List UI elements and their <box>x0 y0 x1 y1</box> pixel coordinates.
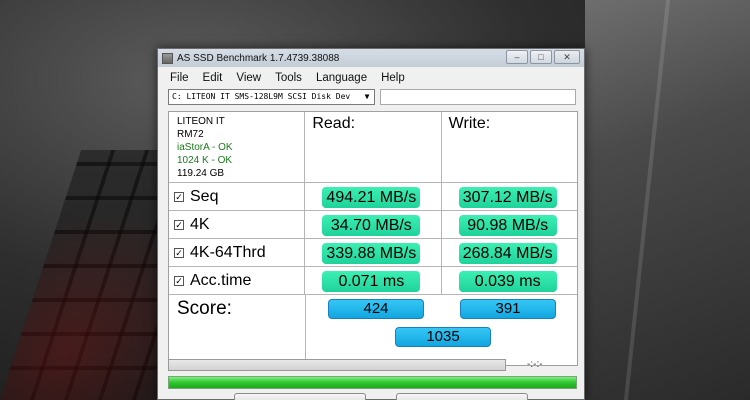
start-button[interactable] <box>234 393 366 400</box>
alignment-status: 1024 K - OK <box>177 155 233 166</box>
test-name: 4K <box>190 216 210 233</box>
write-cell: 307.12 MB/s <box>442 183 577 210</box>
toolbar: C: LITEON IT SMS-128L9M SCSI Disk Dev ▼ <box>168 89 578 107</box>
read-cell: 339.88 MB/s <box>305 239 442 266</box>
menu-tools[interactable]: Tools <box>275 72 302 84</box>
write-cell: 0.039 ms <box>442 267 577 294</box>
read-header: Read: <box>305 112 442 182</box>
write-header: Write: <box>448 115 491 132</box>
write-value: 0.039 ms <box>458 271 557 292</box>
score-row: Score: 424 391 1035 <box>169 295 577 365</box>
driver-status: iaStorA - OK <box>177 142 233 153</box>
test-label-4k[interactable]: ✓ 4K <box>169 211 306 239</box>
checkbox-checked-icon[interactable]: ✓ <box>174 192 184 202</box>
test-label-seq[interactable]: ✓ Seq <box>169 183 306 211</box>
results-grid: LITEON IT RM72 iaStorA - OK 1024 K - OK … <box>168 111 578 366</box>
score-area: 424 391 1035 <box>306 295 578 365</box>
test-progress-bar <box>168 359 506 371</box>
menu-bar: File Edit View Tools Language Help <box>158 67 584 88</box>
score-read: 424 <box>328 299 424 319</box>
app-icon <box>162 52 173 64</box>
minimize-icon[interactable]: – <box>506 50 528 64</box>
overall-progress-fill <box>169 377 576 388</box>
menu-help[interactable]: Help <box>381 72 405 84</box>
maximize-icon[interactable]: □ <box>530 50 552 64</box>
disk-vendor: LITEON IT <box>177 116 225 127</box>
close-icon[interactable]: ✕ <box>554 50 580 64</box>
read-cell: 494.21 MB/s <box>305 183 442 210</box>
read-value: 339.88 MB/s <box>322 243 421 264</box>
disk-model: RM72 <box>177 129 204 140</box>
drive-select-value: C: LITEON IT SMS-128L9M SCSI Disk Dev <box>172 92 351 101</box>
checkbox-checked-icon[interactable]: ✓ <box>174 248 184 258</box>
read-value: 0.071 ms <box>322 271 421 292</box>
drive-select[interactable]: C: LITEON IT SMS-128L9M SCSI Disk Dev ▼ <box>168 89 375 105</box>
elapsed-time: -:-:- <box>527 359 543 370</box>
read-cell: 0.071 ms <box>305 267 442 294</box>
read-value: 494.21 MB/s <box>322 187 421 208</box>
caption-buttons: – □ ✕ <box>506 50 580 64</box>
write-cell: 268.84 MB/s <box>442 239 577 266</box>
header-row: LITEON IT RM72 iaStorA - OK 1024 K - OK … <box>169 112 577 183</box>
write-value: 90.98 MB/s <box>458 215 557 236</box>
overall-progress-bar <box>168 376 577 389</box>
test-label-4k-64thrd[interactable]: ✓ 4K-64Thrd <box>169 239 306 267</box>
test-label-acc-time[interactable]: ✓ Acc.time <box>169 267 306 295</box>
test-name: Seq <box>190 188 219 205</box>
menu-edit[interactable]: Edit <box>203 72 223 84</box>
chevron-down-icon[interactable]: ▼ <box>362 92 372 102</box>
menu-view[interactable]: View <box>236 72 261 84</box>
read-value: 34.70 MB/s <box>322 215 421 236</box>
test-row-acc-time: ✓ Acc.time 0.071 ms 0.039 ms <box>169 267 577 295</box>
score-write: 391 <box>460 299 556 319</box>
background-laptop-lid <box>585 0 750 400</box>
score-label: Score: <box>169 295 306 365</box>
benchmark-window: AS SSD Benchmark 1.7.4739.38088 – □ ✕ Fi… <box>157 48 585 400</box>
test-name: 4K-64Thrd <box>190 244 266 261</box>
read-cell: 34.70 MB/s <box>305 211 442 238</box>
title-bar[interactable]: AS SSD Benchmark 1.7.4739.38088 – □ ✕ <box>158 49 584 67</box>
menu-file[interactable]: File <box>170 72 189 84</box>
test-row-seq: ✓ Seq 494.21 MB/s 307.12 MB/s <box>169 183 577 211</box>
test-row-4k: ✓ 4K 34.70 MB/s 90.98 MB/s <box>169 211 577 239</box>
checkbox-checked-icon[interactable]: ✓ <box>174 276 184 286</box>
write-value: 268.84 MB/s <box>458 243 557 264</box>
checkbox-checked-icon[interactable]: ✓ <box>174 220 184 230</box>
window-title: AS SSD Benchmark 1.7.4739.38088 <box>177 52 340 64</box>
test-row-4k-64thrd: ✓ 4K-64Thrd 339.88 MB/s 268.84 MB/s <box>169 239 577 267</box>
disk-capacity: 119.24 GB <box>177 168 225 179</box>
write-cell: 90.98 MB/s <box>442 211 577 238</box>
test-select[interactable] <box>380 89 576 105</box>
menu-language[interactable]: Language <box>316 72 367 84</box>
test-name: Acc.time <box>190 272 252 289</box>
write-value: 307.12 MB/s <box>458 187 557 208</box>
score-total: 1035 <box>395 327 491 347</box>
abort-button[interactable] <box>396 393 528 400</box>
disk-info: LITEON IT RM72 iaStorA - OK 1024 K - OK … <box>169 112 306 182</box>
